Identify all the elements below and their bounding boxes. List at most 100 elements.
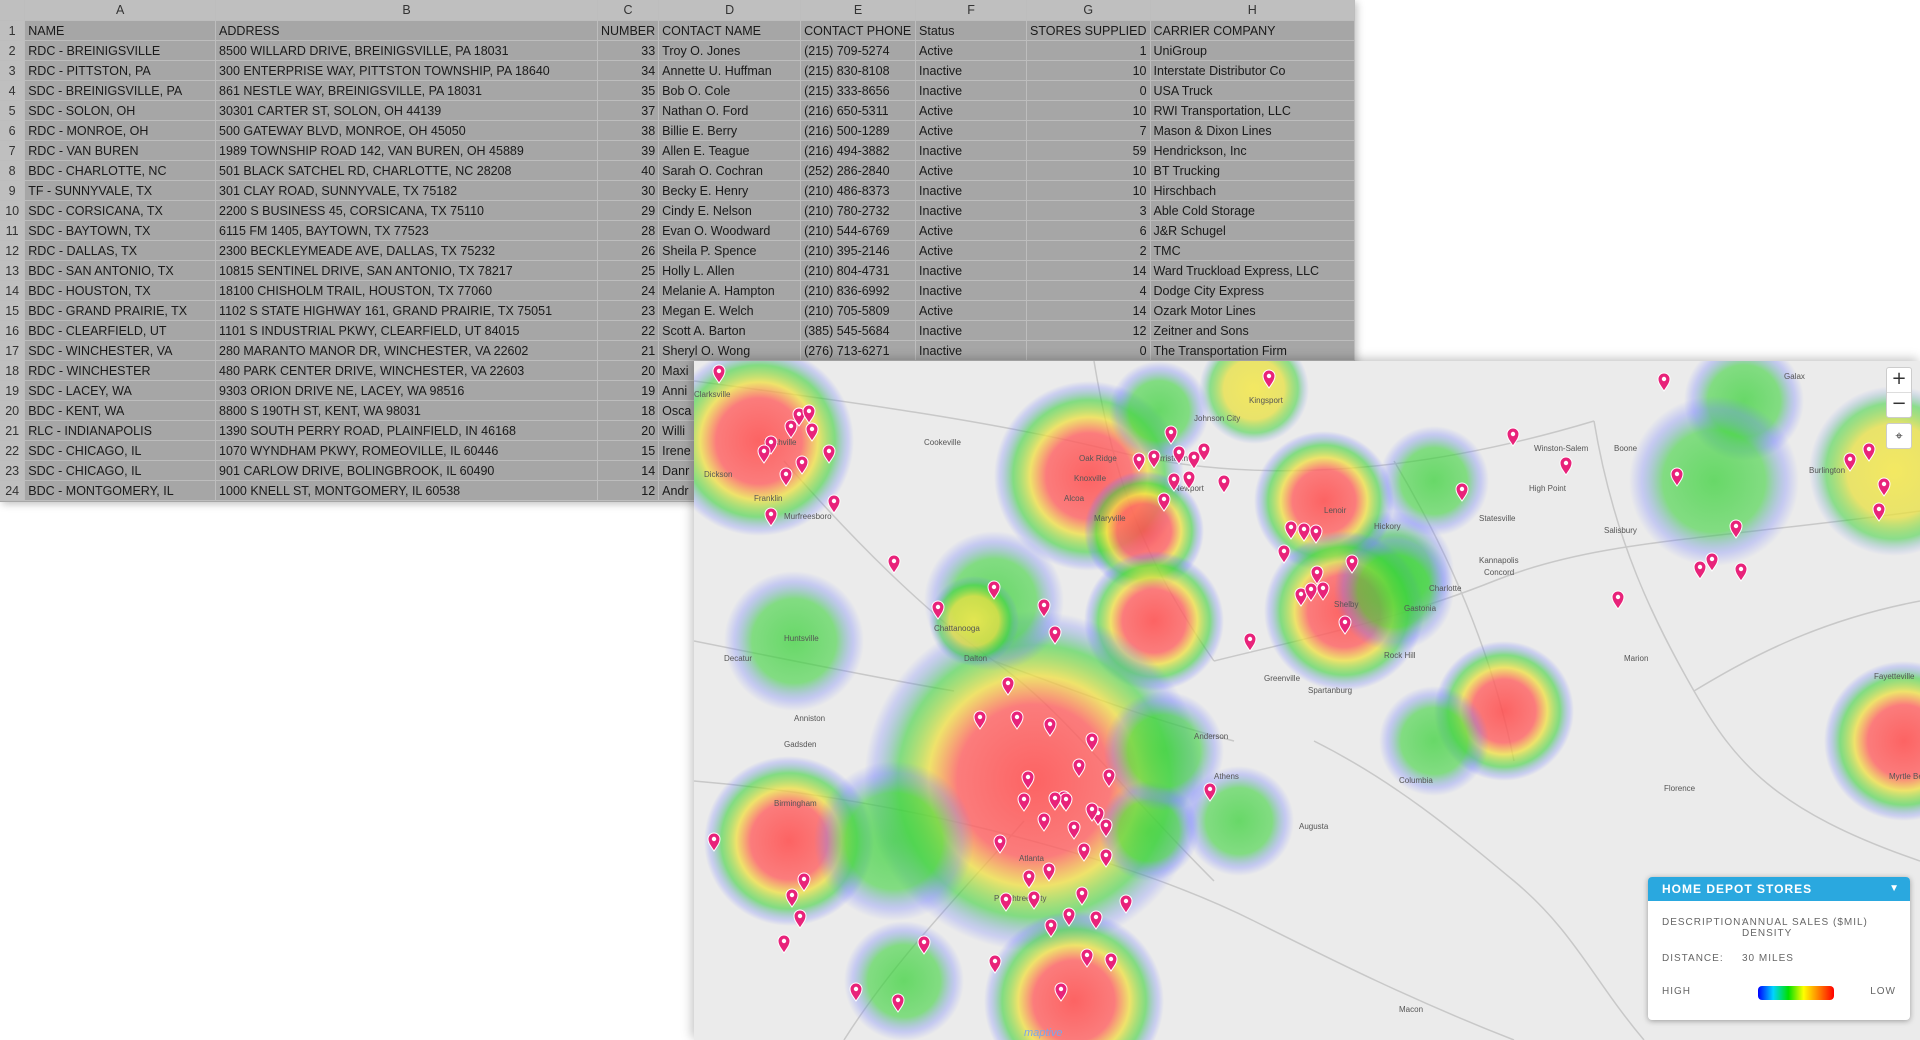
cell-carrier-company[interactable]: J&R Schugel	[1150, 220, 1355, 241]
row-number[interactable]: 3	[0, 60, 26, 81]
cell-address[interactable]: 300 ENTERPRISE WAY, PITTSTON TOWNSHIP, P…	[215, 60, 598, 81]
cell-stores-supplied[interactable]: 10	[1026, 180, 1151, 201]
cell-name[interactable]: BDC - HOUSTON, TX	[24, 280, 217, 301]
row-number[interactable]: 10	[0, 200, 26, 221]
cell-name[interactable]: RDC - VAN BUREN	[24, 140, 217, 161]
header-cell-contact-phone[interactable]: CONTACT PHONE	[800, 20, 917, 41]
cell-carrier-company[interactable]: Ozark Motor Lines	[1150, 300, 1355, 321]
cell-number[interactable]: 18	[597, 400, 660, 421]
cell-stores-supplied[interactable]: 12	[1026, 320, 1151, 341]
legend-header[interactable]: HOME DEPOT STORES ▼	[1648, 877, 1910, 901]
row-number[interactable]: 8	[0, 160, 26, 181]
cell-number[interactable]: 40	[597, 160, 660, 181]
zoom-out-button[interactable]: −	[1887, 392, 1911, 417]
cell-name[interactable]: BDC - KENT, WA	[24, 400, 217, 421]
row-number[interactable]: 4	[0, 80, 26, 101]
collapse-caret-icon[interactable]: ▼	[1889, 877, 1900, 901]
cell-address[interactable]: 1070 WYNDHAM PKWY, ROMEOVILLE, IL 60446	[215, 440, 598, 461]
cell-carrier-company[interactable]: Hirschbach	[1150, 180, 1355, 201]
cell-name[interactable]: RDC - BREINIGSVILLE	[24, 40, 217, 61]
cell-address[interactable]: 280 MARANTO MANOR DR, WINCHESTER, VA 226…	[215, 340, 598, 361]
cell-carrier-company[interactable]: Hendrickson, Inc	[1150, 140, 1355, 161]
cell-contact-phone[interactable]: (210) 544-6769	[800, 220, 917, 241]
cell-stores-supplied[interactable]: 3	[1026, 200, 1151, 221]
cell-address[interactable]: 1390 SOUTH PERRY ROAD, PLAINFIELD, IN 46…	[215, 420, 598, 441]
row-number[interactable]: 2	[0, 40, 26, 61]
row-number[interactable]: 13	[0, 260, 26, 281]
cell-number[interactable]: 12	[597, 480, 660, 501]
cell-contact-name[interactable]: Melanie A. Hampton	[658, 280, 802, 301]
cell-carrier-company[interactable]: Zeitner and Sons	[1150, 320, 1355, 341]
cell-number[interactable]: 23	[597, 300, 660, 321]
cell-carrier-company[interactable]: The Transportation Firm	[1150, 340, 1355, 361]
row-number[interactable]: 19	[0, 380, 26, 401]
cell-address[interactable]: 30301 CARTER ST, SOLON, OH 44139	[215, 100, 598, 121]
cell-address[interactable]: 10815 SENTINEL DRIVE, SAN ANTONIO, TX 78…	[215, 260, 598, 281]
cell-name[interactable]: BDC - SAN ANTONIO, TX	[24, 260, 217, 281]
cell-contact-phone[interactable]: (210) 836-6992	[800, 280, 917, 301]
maptive-logo[interactable]: maptive	[1024, 1027, 1063, 1039]
cell-carrier-company[interactable]: Dodge City Express	[1150, 280, 1355, 301]
cell-number[interactable]: 26	[597, 240, 660, 261]
cell-contact-phone[interactable]: (252) 286-2840	[800, 160, 917, 181]
cell-status[interactable]: Active	[915, 160, 1028, 181]
cell-number[interactable]: 30	[597, 180, 660, 201]
cell-stores-supplied[interactable]: 10	[1026, 160, 1151, 181]
cell-name[interactable]: SDC - SOLON, OH	[24, 100, 217, 121]
header-cell-carrier-company[interactable]: CARRIER COMPANY	[1150, 20, 1355, 41]
column-header-c[interactable]: C	[597, 0, 660, 21]
column-header-f[interactable]: F	[915, 0, 1028, 21]
cell-status[interactable]: Active	[915, 240, 1028, 261]
cell-address[interactable]: 6115 FM 1405, BAYTOWN, TX 77523	[215, 220, 598, 241]
cell-number[interactable]: 37	[597, 100, 660, 121]
cell-contact-name[interactable]: Allen E. Teague	[658, 140, 802, 161]
cell-carrier-company[interactable]: Interstate Distributor Co	[1150, 60, 1355, 81]
cell-contact-name[interactable]: Annette U. Huffman	[658, 60, 802, 81]
cell-contact-name[interactable]: Sheila P. Spence	[658, 240, 802, 261]
cell-contact-name[interactable]: Nathan O. Ford	[658, 100, 802, 121]
cell-number[interactable]: 33	[597, 40, 660, 61]
cell-stores-supplied[interactable]: 1	[1026, 40, 1151, 61]
zoom-in-button[interactable]: +	[1887, 368, 1911, 392]
heat-map[interactable]: Nashville Franklin Murfreesboro Knoxville Hu…	[694, 361, 1920, 1040]
row-number[interactable]: 23	[0, 460, 26, 481]
cell-name[interactable]: RDC - MONROE, OH	[24, 120, 217, 141]
cell-contact-name[interactable]: Megan E. Welch	[658, 300, 802, 321]
column-header-g[interactable]: G	[1026, 0, 1151, 21]
cell-contact-phone[interactable]: (216) 500-1289	[800, 120, 917, 141]
cell-name[interactable]: TF - SUNNYVALE, TX	[24, 180, 217, 201]
cell-contact-name[interactable]: Holly L. Allen	[658, 260, 802, 281]
cell-number[interactable]: 22	[597, 320, 660, 341]
cell-name[interactable]: SDC - CHICAGO, IL	[24, 460, 217, 481]
cell-name[interactable]: SDC - BAYTOWN, TX	[24, 220, 217, 241]
column-header-e[interactable]: E	[800, 0, 917, 21]
header-cell-number[interactable]: NUMBER	[597, 20, 660, 41]
cell-contact-name[interactable]: Evan O. Woodward	[658, 220, 802, 241]
cell-contact-phone[interactable]: (210) 486-8373	[800, 180, 917, 201]
cell-contact-phone[interactable]: (210) 780-2732	[800, 200, 917, 221]
cell-stores-supplied[interactable]: 0	[1026, 80, 1151, 101]
cell-number[interactable]: 19	[597, 380, 660, 401]
cell-number[interactable]: 15	[597, 440, 660, 461]
header-cell-address[interactable]: ADDRESS	[215, 20, 598, 41]
cell-contact-name[interactable]: Cindy E. Nelson	[658, 200, 802, 221]
cell-stores-supplied[interactable]: 14	[1026, 300, 1151, 321]
cell-address[interactable]: 861 NESTLE WAY, BREINIGSVILLE, PA 18031	[215, 80, 598, 101]
cell-contact-name[interactable]: Billie E. Berry	[658, 120, 802, 141]
cell-carrier-company[interactable]: Mason & Dixon Lines	[1150, 120, 1355, 141]
cell-contact-phone[interactable]: (385) 545-5684	[800, 320, 917, 341]
cell-number[interactable]: 24	[597, 280, 660, 301]
cell-status[interactable]: Inactive	[915, 280, 1028, 301]
cell-status[interactable]: Inactive	[915, 140, 1028, 161]
cell-contact-phone[interactable]: (216) 650-5311	[800, 100, 917, 121]
cell-stores-supplied[interactable]: 10	[1026, 100, 1151, 121]
row-number[interactable]: 9	[0, 180, 26, 201]
cell-name[interactable]: SDC - WINCHESTER, VA	[24, 340, 217, 361]
cell-address[interactable]: 2200 S BUSINESS 45, CORSICANA, TX 75110	[215, 200, 598, 221]
cell-name[interactable]: BDC - CLEARFIELD, UT	[24, 320, 217, 341]
cell-status[interactable]: Inactive	[915, 60, 1028, 81]
cell-name[interactable]: RDC - PITTSTON, PA	[24, 60, 217, 81]
cell-address[interactable]: 1000 KNELL ST, MONTGOMERY, IL 60538	[215, 480, 598, 501]
row-number[interactable]: 16	[0, 320, 26, 341]
row-number[interactable]: 14	[0, 280, 26, 301]
